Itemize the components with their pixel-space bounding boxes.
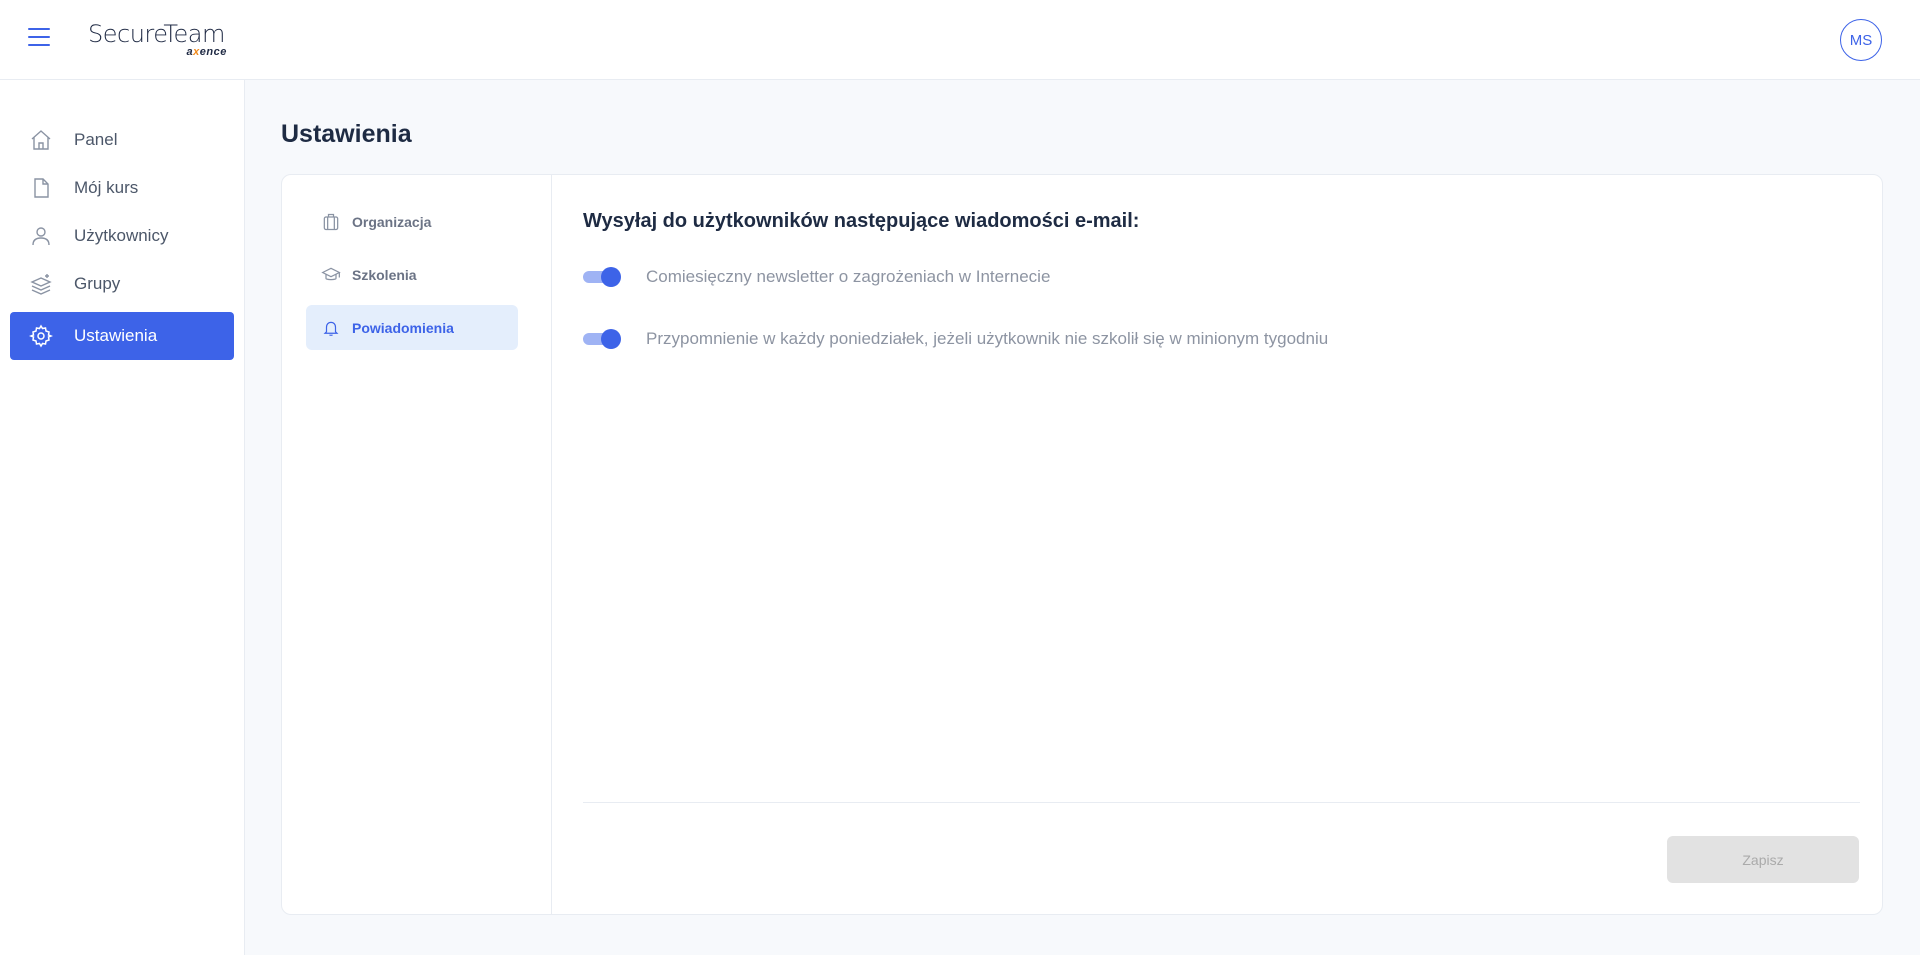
notifications-heading: Wysyłaj do użytkowników następujące wiad… (583, 210, 1140, 232)
settings-subnav: Organizacja Szkolenia Powiadomienia (282, 175, 552, 914)
subnav-item-label: Organizacja (352, 213, 432, 230)
sidebar-item-settings[interactable]: Ustawienia (10, 312, 234, 360)
notification-option: Przypomnienie w każdy poniedziałek, jeże… (583, 325, 1328, 353)
sidebar-item-my-course[interactable]: Mój kurs (10, 164, 234, 212)
home-icon (28, 127, 54, 153)
option-label: Przypomnienie w każdy poniedziałek, jeże… (646, 329, 1329, 348)
logo-subtext: axence (186, 46, 227, 58)
notification-option: Comiesięczny newsletter o zagrożeniach w… (583, 263, 1050, 291)
sidebar-item-label: Panel (74, 130, 118, 149)
sidebar-item-label: Ustawienia (74, 326, 158, 345)
sidebar-item-label: Mój kurs (74, 178, 139, 197)
newsletter-toggle[interactable] (583, 267, 621, 287)
page-title: Ustawienia (281, 120, 412, 148)
user-icon (28, 223, 54, 249)
logo-text: SecureTeam (88, 20, 225, 48)
sidebar-item-label: Grupy (74, 274, 121, 293)
bell-icon (320, 317, 342, 339)
sidebar-item-panel[interactable]: Panel (10, 116, 234, 164)
document-icon (28, 175, 54, 201)
sidebar-item-users[interactable]: Użytkownicy (10, 212, 234, 260)
divider (583, 802, 1860, 803)
user-avatar[interactable]: MS (1840, 19, 1882, 61)
subnav-item-trainings[interactable]: Szkolenia (306, 252, 518, 297)
subnav-item-organization[interactable]: Organizacja (306, 199, 518, 244)
top-bar: SecureTeam axence MS (0, 0, 1920, 80)
menu-icon[interactable] (28, 28, 52, 50)
subnav-item-label: Szkolenia (352, 266, 417, 283)
save-button[interactable]: Zapisz (1667, 836, 1859, 883)
gear-icon (28, 323, 54, 349)
app-logo[interactable]: SecureTeam axence (88, 20, 227, 60)
graduation-cap-icon (320, 264, 342, 286)
reminder-toggle[interactable] (583, 329, 621, 349)
subnav-item-label: Powiadomienia (352, 319, 454, 336)
briefcase-icon (320, 211, 342, 233)
settings-card: Organizacja Szkolenia Powiadomienia Wysy… (281, 174, 1883, 915)
layers-icon (28, 271, 54, 297)
sidebar-item-groups[interactable]: Grupy (10, 260, 234, 308)
sidebar-item-label: Użytkownicy (74, 226, 169, 245)
subnav-item-notifications[interactable]: Powiadomienia (306, 305, 518, 350)
option-label: Comiesięczny newsletter o zagrożeniach w… (646, 267, 1051, 286)
sidebar: Panel Mój kurs Użytkownicy Grupy Ustawie… (0, 80, 245, 955)
